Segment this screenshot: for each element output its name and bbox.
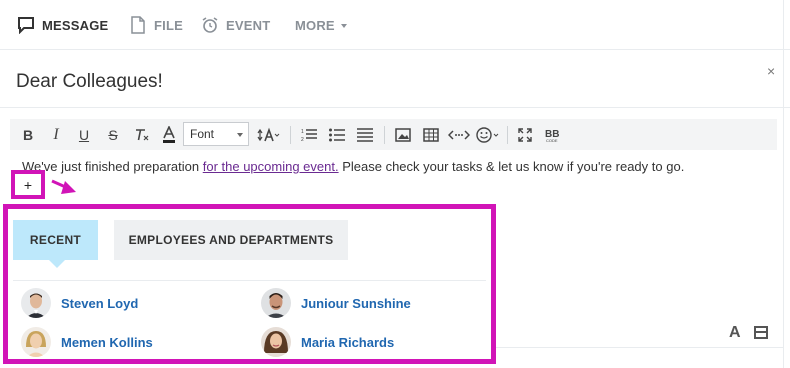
bold-icon[interactable]: B — [18, 119, 38, 150]
message-body[interactable]: We've just finished preparation for the … — [22, 159, 684, 174]
person-item[interactable]: Maria Richards — [261, 325, 394, 359]
bullet-list-icon[interactable] — [327, 119, 347, 150]
tab-message-label: MESSAGE — [42, 17, 109, 33]
tab-more-label: MORE — [295, 17, 335, 33]
event-link[interactable]: for the upcoming event. — [203, 159, 339, 174]
font-select[interactable]: Font — [183, 122, 249, 146]
font-select-value: Font — [190, 127, 215, 141]
svg-text:CODE: CODE — [546, 138, 558, 143]
person-item[interactable]: Juniour Sunshine — [261, 286, 411, 320]
title-area: Dear Colleagues! × — [0, 53, 790, 108]
table-icon[interactable] — [421, 119, 441, 150]
chevron-down-icon — [340, 24, 347, 28]
alarm-clock-icon — [200, 15, 220, 35]
image-icon[interactable] — [393, 119, 413, 150]
tab-employees-departments[interactable]: EMPLOYEES AND DEPARTMENTS — [114, 220, 348, 260]
text-color-icon[interactable] — [159, 119, 179, 150]
font-size-icon[interactable] — [255, 119, 281, 150]
post-type-tabs: MESSAGE FILE EVENT MORE — [0, 0, 790, 50]
avatar — [261, 327, 291, 357]
person-item[interactable]: Steven Loyd — [21, 286, 138, 320]
message-icon — [16, 15, 36, 35]
file-icon — [128, 15, 148, 35]
tab-event-label: EVENT — [226, 17, 271, 33]
svg-text:2: 2 — [301, 137, 304, 142]
message-title[interactable]: Dear Colleagues! — [16, 71, 163, 93]
person-name: Memen Kollins — [61, 334, 153, 350]
toolbar-divider — [290, 126, 291, 144]
editor-toolbar: B I U S Font 12 BB CODE — [10, 119, 777, 150]
mention-trigger-button[interactable]: + — [11, 170, 45, 199]
fullscreen-icon[interactable] — [515, 119, 535, 150]
bbcode-icon[interactable]: BB CODE — [541, 119, 565, 150]
body-text-start: We've just finished preparation — [22, 159, 203, 174]
person-name: Juniour Sunshine — [301, 295, 411, 311]
panel-toggle-icon[interactable] — [754, 326, 768, 339]
emoji-icon[interactable] — [475, 119, 501, 150]
font-toggle-icon[interactable]: A — [729, 324, 741, 342]
annotation-arrow-icon — [51, 179, 76, 194]
tab-recent[interactable]: RECENT — [13, 220, 98, 268]
popup-divider — [13, 280, 486, 281]
code-icon[interactable] — [447, 119, 471, 150]
strikethrough-icon[interactable]: S — [103, 119, 123, 150]
clear-format-icon[interactable] — [131, 119, 153, 150]
tab-file-label: FILE — [154, 17, 183, 33]
body-text-end: Please check your tasks & let us know if… — [338, 159, 685, 174]
toolbar-divider — [507, 126, 508, 144]
svg-text:1: 1 — [301, 129, 304, 135]
tab-more[interactable]: MORE — [295, 15, 347, 35]
avatar — [21, 288, 51, 318]
underline-icon[interactable]: U — [74, 119, 94, 150]
person-name: Maria Richards — [301, 334, 395, 350]
avatar — [261, 288, 291, 318]
mention-popup: RECENT EMPLOYEES AND DEPARTMENTS Steven … — [3, 204, 496, 364]
tab-file[interactable]: FILE — [128, 15, 183, 35]
tab-message[interactable]: MESSAGE — [16, 15, 108, 35]
person-name: Steven Loyd — [61, 295, 139, 311]
bottom-divider — [496, 347, 783, 348]
chevron-down-icon — [237, 133, 243, 137]
tab-event[interactable]: EVENT — [200, 15, 270, 35]
avatar — [21, 327, 51, 357]
person-item[interactable]: Memen Kollins — [21, 325, 153, 359]
numbered-list-icon[interactable]: 12 — [299, 119, 319, 150]
align-icon[interactable] — [355, 119, 375, 150]
close-icon[interactable]: × — [767, 63, 775, 79]
italic-icon[interactable]: I — [46, 119, 66, 150]
toolbar-divider — [384, 126, 385, 144]
